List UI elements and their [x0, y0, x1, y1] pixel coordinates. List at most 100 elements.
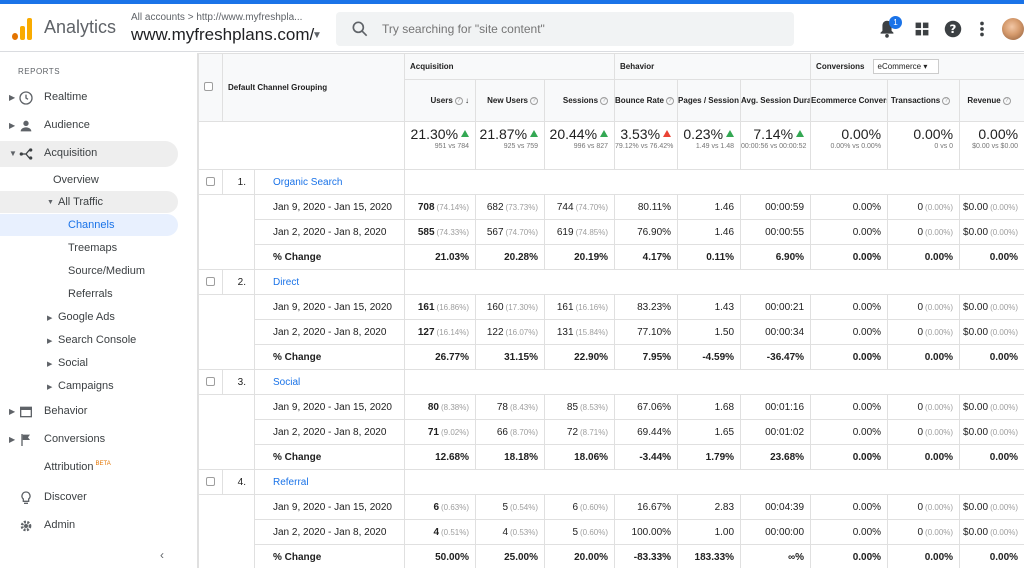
- account-selector[interactable]: www.myfreshplans.com/: [131, 25, 314, 45]
- cell-new-users: 682 (73.73%): [475, 194, 546, 220]
- row-checkbox[interactable]: [206, 377, 215, 386]
- cell-percent: (74.14%): [436, 202, 470, 212]
- column-header-sessions[interactable]: Sessions?: [544, 79, 616, 122]
- sidebar-item-conversions[interactable]: ▶ Conversions: [0, 427, 178, 453]
- collapse-sidebar-icon[interactable]: ‹: [160, 548, 164, 562]
- flag-icon: [21, 434, 30, 446]
- svg-text:?: ?: [950, 22, 957, 36]
- sidebar-item-discover[interactable]: Discover: [0, 485, 178, 511]
- cell-value: 160: [486, 301, 504, 313]
- change-new-users: 25.00%: [475, 544, 546, 568]
- sidebar-item-acquisition[interactable]: ▼ Acquisition: [0, 141, 178, 167]
- sidebar-item-campaigns[interactable]: ▶ Campaigns: [0, 375, 178, 397]
- cell-bounce-rate: 77.10%: [614, 319, 679, 345]
- cell-ecommerce-conversion-rate: 0.00%: [810, 294, 889, 320]
- sidebar-item-realtime[interactable]: ▶ Realtime: [0, 85, 178, 111]
- sidebar-item-search-console[interactable]: ▶ Search Console: [0, 329, 178, 351]
- app-name: Analytics: [44, 17, 117, 37]
- cell-users: 71 (9.02%): [404, 419, 477, 445]
- more-vert-icon[interactable]: [971, 18, 993, 40]
- change-revenue: 0.00%: [959, 344, 1024, 370]
- change-ecommerce-conversion-rate: 0.00%: [810, 344, 889, 370]
- cell-pages-per-session: 1.46: [677, 194, 742, 220]
- row-checkbox[interactable]: [206, 277, 215, 286]
- sidebar-item-source-medium[interactable]: Source/Medium: [0, 260, 178, 282]
- channel-link[interactable]: Referral: [253, 469, 406, 495]
- help-icon[interactable]: ?: [942, 96, 951, 105]
- column-header-avg-session-duration[interactable]: Avg. Session Duration?: [740, 79, 812, 122]
- column-header-new-users[interactable]: New Users?: [475, 79, 546, 122]
- cell-percent: (0.00%): [925, 402, 954, 412]
- change-new-users: 18.18%: [475, 444, 546, 470]
- account-breadcrumb[interactable]: All accounts > http://www.myfreshpla...: [131, 12, 302, 23]
- column-header-ecommerce-conversion-rate[interactable]: Ecommerce Conversion Rate?: [810, 79, 889, 122]
- cell-percent: (0.00%): [925, 202, 954, 212]
- dimension-header-label[interactable]: Default Channel Grouping: [228, 83, 327, 92]
- change-pages-per-session: 1.79%: [677, 444, 742, 470]
- channel-link[interactable]: Social: [253, 369, 406, 395]
- cell-value: 619: [556, 226, 574, 238]
- chevron-down-icon[interactable]: ▼: [312, 30, 322, 41]
- sidebar-item-social[interactable]: ▶ Social: [0, 352, 178, 374]
- change-pages-per-session: 183.33%: [677, 544, 742, 568]
- sidebar-item-treemaps[interactable]: Treemaps: [0, 237, 178, 259]
- trend-up-icon: [600, 130, 609, 137]
- cell-revenue: $0.00 (0.00%): [959, 194, 1024, 220]
- channel-link[interactable]: Direct: [253, 269, 406, 295]
- change-bounce-rate: 7.95%: [614, 344, 679, 370]
- cell-sessions: 744 (74.70%): [544, 194, 616, 220]
- search-input[interactable]: [382, 19, 782, 39]
- cell-value: $0.00: [963, 401, 989, 413]
- sidebar-item-channels[interactable]: Channels: [0, 214, 178, 236]
- cell-transactions: 0 (0.00%): [887, 519, 961, 545]
- help-icon[interactable]: ?: [454, 96, 463, 105]
- row-checkbox[interactable]: [206, 477, 215, 486]
- row-blank: [198, 294, 255, 320]
- select-all-checkbox[interactable]: [204, 82, 213, 91]
- analytics-logo-icon[interactable]: [12, 16, 34, 40]
- column-header-bounce-rate[interactable]: Bounce Rate?: [614, 79, 679, 122]
- sidebar-item-admin[interactable]: Admin: [0, 513, 178, 539]
- row-checkbox[interactable]: [206, 177, 215, 186]
- summary-detail: 925 vs 759: [503, 143, 539, 150]
- column-header-pages-per-session[interactable]: Pages / Session?: [677, 79, 742, 122]
- cell-percent: (0.00%): [925, 327, 954, 337]
- help-icon[interactable]: ?: [600, 96, 609, 105]
- change-avg-session-duration: ∞%: [740, 544, 812, 568]
- cell-users: 4 (0.51%): [404, 519, 477, 545]
- sidebar-item-referrals[interactable]: Referrals: [0, 283, 178, 305]
- cell-percent: (8.43%): [510, 402, 539, 412]
- cell-value: 2.83: [714, 501, 735, 513]
- sidebar-item-google-ads[interactable]: ▶ Google Ads: [0, 306, 178, 328]
- cell-value: 100.00%: [631, 526, 672, 538]
- column-header-revenue[interactable]: Revenue?: [959, 79, 1024, 122]
- sidebar-item-all-traffic[interactable]: ▼ All Traffic: [0, 191, 178, 213]
- sort-arrow-icon[interactable]: ↓: [463, 96, 469, 105]
- summary-detail: 0 vs 0: [934, 143, 954, 150]
- cell-ecommerce-conversion-rate: 0.00%: [810, 519, 889, 545]
- sidebar-item-behavior[interactable]: ▶ Behavior: [0, 399, 178, 425]
- column-header-users[interactable]: Users? ↓: [404, 79, 477, 122]
- apps-grid-icon[interactable]: [911, 18, 933, 40]
- cell-avg-session-duration: 00:00:00: [740, 519, 812, 545]
- column-header-transactions[interactable]: Transactions?: [887, 79, 961, 122]
- behavior-icon: [20, 406, 32, 418]
- help-icon[interactable]: ?: [530, 96, 539, 105]
- table-row-change: % Change 26.77% 31.15% 22.90% 7.95% -4.59% -36…: [198, 344, 1024, 370]
- search-icon: [352, 21, 368, 37]
- row-blank: [198, 494, 255, 520]
- sidebar-item-audience[interactable]: ▶ Audience: [0, 113, 178, 139]
- summary-detail: 996 vs 827: [573, 143, 609, 150]
- conversions-goal-select[interactable]: eCommerce ▾: [872, 59, 939, 74]
- help-icon[interactable]: ?: [942, 18, 964, 40]
- channel-link[interactable]: Organic Search: [253, 169, 406, 195]
- search-bar[interactable]: [336, 12, 794, 46]
- sidebar-item-attribution[interactable]: Attribution BETA: [0, 455, 178, 481]
- help-icon[interactable]: ?: [665, 96, 674, 105]
- cell-value: 0.00%: [852, 426, 882, 438]
- avatar[interactable]: [1002, 18, 1024, 40]
- help-icon[interactable]: ?: [1002, 96, 1011, 105]
- sidebar-item-overview[interactable]: Overview: [0, 169, 178, 191]
- cell-percent: (0.00%): [990, 302, 1019, 312]
- header-group-row: Default Channel Grouping Acquisition Beh…: [198, 53, 1024, 122]
